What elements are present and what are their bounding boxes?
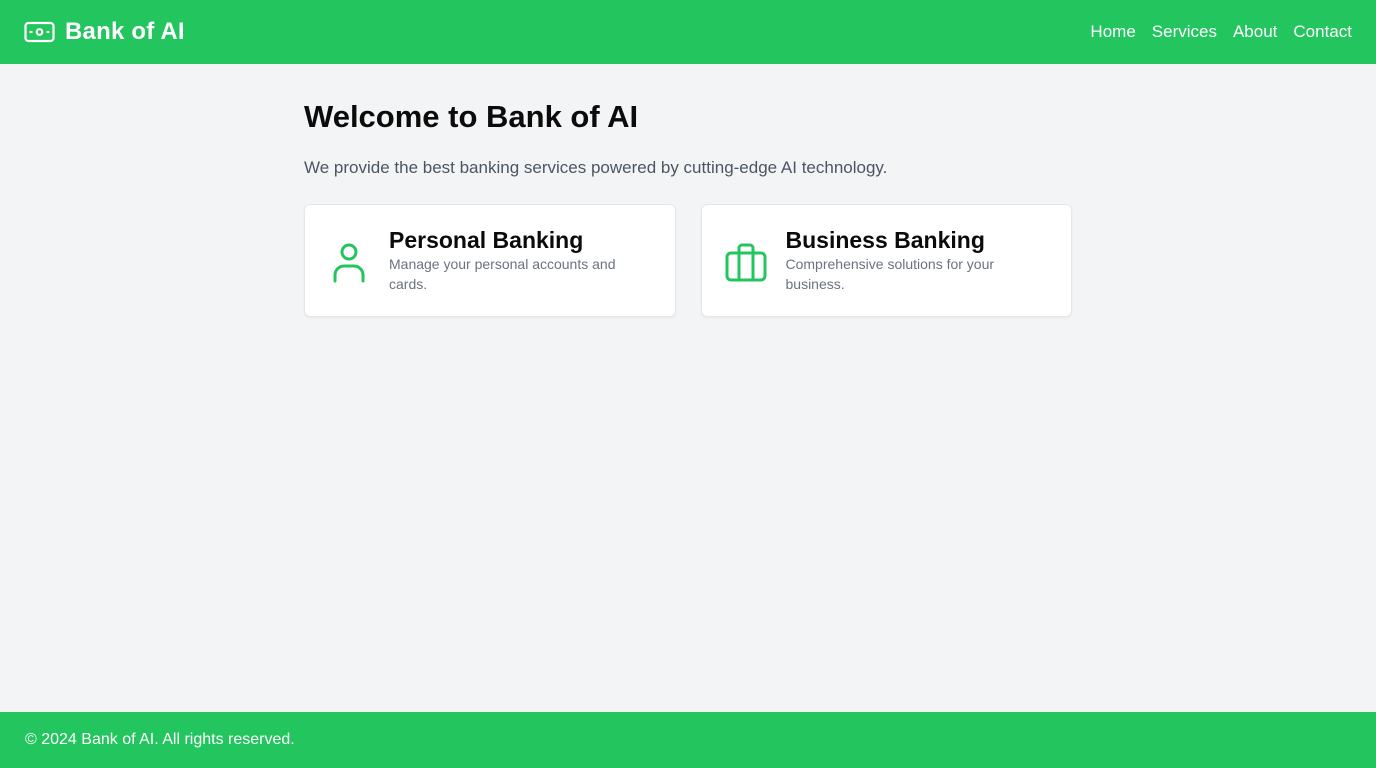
personal-banking-card[interactable]: Personal Banking Manage your personal ac… [304, 204, 676, 317]
card-text: Business Banking Comprehensive solutions… [786, 227, 1052, 294]
top-navbar: Bank of AI Home Services About Contact [0, 0, 1376, 64]
page-footer: © 2024 Bank of AI. All rights reserved. [0, 712, 1376, 768]
banknote-icon [24, 21, 55, 43]
business-banking-card[interactable]: Business Banking Comprehensive solutions… [700, 204, 1072, 317]
card-title: Business Banking [785, 227, 985, 253]
brand-link[interactable]: Bank of AI [24, 18, 185, 46]
page-title: Welcome to Bank of AI [304, 99, 639, 134]
brand-name: Bank of AI [65, 18, 185, 45]
user-icon [325, 239, 373, 287]
card-description: Manage your personal accounts and cards. [389, 256, 616, 292]
intro-text: We provide the best banking services pow… [304, 158, 888, 177]
main-nav: Home Services About Contact [1090, 22, 1352, 42]
nav-about-link[interactable]: About [1233, 22, 1277, 42]
nav-contact-link[interactable]: Contact [1293, 22, 1352, 42]
copyright-text: © 2024 Bank of AI. All rights reserved. [25, 731, 295, 748]
main-content: Welcome to Bank of AI We provide the bes… [304, 64, 1072, 317]
card-text: Personal Banking Manage your personal ac… [389, 227, 655, 294]
nav-home-link[interactable]: Home [1090, 22, 1135, 42]
nav-services-link[interactable]: Services [1152, 22, 1217, 42]
service-cards: Personal Banking Manage your personal ac… [304, 204, 1072, 317]
card-description: Comprehensive solutions for your busines… [785, 256, 995, 292]
card-title: Personal Banking [389, 227, 584, 253]
briefcase-icon [722, 239, 770, 287]
